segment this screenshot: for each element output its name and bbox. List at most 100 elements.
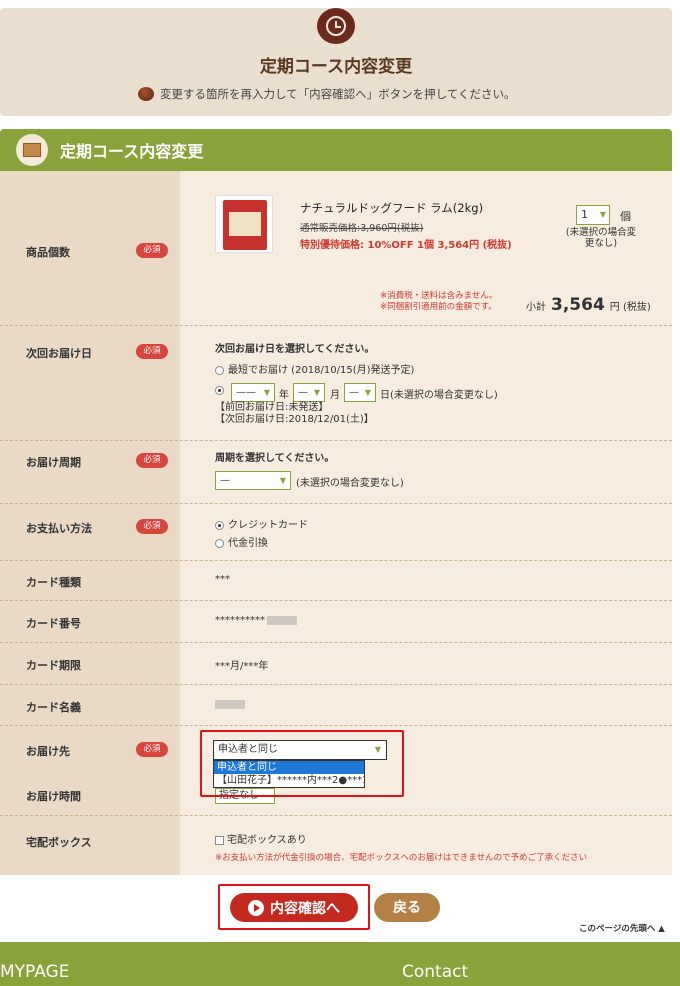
row-label: カード期限 — [26, 659, 81, 672]
shortest-delivery-option[interactable]: 最短でお届け (2018/10/15(月)発送予定) — [215, 361, 414, 376]
delivery-prompt: 次回お届け日を選択してください。 — [215, 344, 375, 355]
tax-note: ※消費税・送料は含みません。 — [380, 291, 498, 301]
cycle-select[interactable]: — ▼ — [215, 471, 291, 490]
footer-mypage-link[interactable]: MYPAGE — [0, 962, 69, 982]
row-label: カード種類 — [26, 576, 81, 589]
instruction-text: 変更する箇所を再入力して「内容確認へ」ボタンを押してください。 — [160, 87, 516, 101]
confirm-button[interactable]: 内容確認へ — [230, 893, 358, 922]
day-select[interactable]: — ▼ — [344, 383, 376, 402]
subtotal-amount: 3,564 — [551, 295, 605, 315]
credit-card-option[interactable]: クレジットカード — [215, 516, 308, 531]
radio-cod[interactable] — [215, 538, 224, 548]
product-image — [215, 195, 273, 253]
row-card-number: カード番号 ********** — [0, 601, 672, 643]
quantity-note: (未選択の場合変更なし) — [565, 227, 637, 249]
row-payment: お支払い方法 必須 クレジットカード 代金引換 — [0, 504, 672, 561]
page-header-panel: 定期コース内容変更 変更する箇所を再入力して「内容確認へ」ボタンを押してください… — [0, 8, 672, 116]
row-delivery-box: 宅配ボックス 宅配ボックスあり ※お支払い方法が代金引換の場合、宅配ボックスへの… — [0, 816, 672, 875]
prev-delivery: 【前回お届け日:未発送】 — [215, 402, 329, 413]
delivery-box-note: ※お支払い方法が代金引換の場合、宅配ボックスへのお届けはできませんので予めご了承… — [215, 853, 588, 863]
year-unit: 年 — [279, 390, 289, 401]
footer-contact-link[interactable]: Contact — [402, 962, 468, 982]
credit-card-label: クレジットカード — [228, 520, 308, 531]
chevron-down-icon: ▼ — [279, 476, 286, 485]
required-badge: 必須 — [136, 243, 168, 258]
subtotal-unit: 円 (税抜) — [609, 302, 651, 313]
delivery-history: 【前回お届け日:未発送】 【次回お届け日:2018/12/01(土)】 — [215, 402, 374, 426]
confirm-label: 内容確認へ — [270, 899, 340, 916]
chevron-down-icon: ▼ — [313, 388, 320, 397]
row-label: 次回お届け日 — [26, 347, 92, 360]
card-number-value: ********** — [215, 615, 265, 626]
card-number-field: ********** — [215, 615, 297, 626]
blurred-text — [215, 699, 245, 709]
month-unit: 月 — [330, 390, 340, 401]
quantity-value: 1 — [581, 208, 588, 221]
chevron-down-icon: ▼ — [599, 210, 606, 219]
month-select[interactable]: — ▼ — [293, 383, 325, 402]
required-badge: 必須 — [136, 344, 168, 359]
row-quantity: 商品個数 必須 ナチュラルドッグフード ラム(2kg) 通常販売価格:3,960… — [0, 171, 672, 326]
cod-label: 代金引換 — [228, 538, 268, 549]
subtotal-label: 小計 — [526, 302, 546, 313]
radio-shortest[interactable] — [215, 365, 224, 375]
chevron-down-icon: ▼ — [263, 388, 270, 397]
regular-price: 通常販売価格:3,960円(税抜) — [300, 223, 424, 234]
box-icon — [16, 134, 48, 166]
blurred-text — [267, 615, 297, 625]
required-badge: 必須 — [136, 742, 168, 757]
cycle-value: — — [220, 475, 230, 486]
page-title: 定期コース内容変更 — [259, 57, 413, 77]
quantity-select[interactable]: 1 ▼ — [576, 205, 610, 225]
discount-note: ※同梱割引適用前の金額です。 — [380, 302, 497, 312]
product-name: ナチュラルドッグフード ラム(2kg) — [300, 201, 484, 215]
footer: MYPAGE Contact — [0, 942, 680, 986]
cycle-note: (未選択の場合変更なし) — [296, 478, 404, 489]
row-label: お支払い方法 — [26, 522, 92, 535]
price-notes: ※消費税・送料は含みません。 ※同梱割引適用前の金額です。 — [380, 291, 497, 313]
section-header: 定期コース内容変更 — [0, 129, 672, 171]
row-label: お届け先 — [26, 745, 70, 758]
section-title: 定期コース内容変更 — [60, 142, 204, 161]
delivery-box-checkbox[interactable] — [215, 835, 224, 845]
chevron-down-icon: ▼ — [364, 388, 371, 397]
kibble-icon — [138, 87, 154, 101]
page-top-link[interactable]: このページの先頭へ ▲ — [579, 922, 665, 934]
row-label: カード番号 — [26, 617, 81, 630]
highlight-frame-destination — [200, 730, 404, 797]
radio-date[interactable] — [215, 385, 224, 395]
cycle-prompt: 周期を選択してください。 — [215, 453, 335, 464]
special-price: 特別優待価格: 10%OFF 1個 3,564円 (税抜) — [300, 240, 512, 251]
year-value: —— — [236, 387, 256, 398]
card-type-value: *** — [215, 574, 230, 585]
card-expiry-value: ***月/***年 — [215, 661, 269, 672]
row-label: カード名義 — [26, 701, 81, 714]
date-delivery-option[interactable] — [215, 385, 228, 396]
required-badge: 必須 — [136, 453, 168, 468]
row-next-delivery: 次回お届け日 必須 次回お届け日を選択してください。 最短でお届け (2018/… — [0, 326, 672, 441]
delivery-box-label: 宅配ボックスあり — [227, 835, 307, 846]
year-select[interactable]: —— ▼ — [231, 383, 275, 402]
quantity-unit: 個 — [620, 210, 631, 223]
month-value: — — [298, 387, 308, 398]
delivery-box-option[interactable]: 宅配ボックスあり — [215, 831, 307, 846]
row-label-delivery-time: お届け時間 — [26, 790, 81, 803]
row-card-expiry: カード期限 ***月/***年 — [0, 643, 672, 685]
cod-option[interactable]: 代金引換 — [215, 534, 268, 549]
row-card-type: カード種類 *** — [0, 561, 672, 601]
row-cycle: お届け周期 必須 周期を選択してください。 — ▼ (未選択の場合変更なし) — [0, 441, 672, 504]
shortest-label: 最短でお届け (2018/10/15(月)発送予定) — [228, 365, 415, 376]
required-badge: 必須 — [136, 519, 168, 534]
back-button[interactable]: 戻る — [374, 893, 440, 922]
row-label: 宅配ボックス — [26, 836, 92, 849]
clock-icon — [317, 8, 355, 44]
radio-credit-card[interactable] — [215, 520, 224, 530]
row-label: お届け周期 — [26, 456, 81, 469]
day-unit: 日(未選択の場合変更なし) — [380, 390, 498, 401]
page-instruction: 変更する箇所を再入力して「内容確認へ」ボタンを押してください。 — [138, 86, 515, 102]
subtotal: 小計 3,564 円 (税抜) — [526, 295, 651, 315]
play-icon — [248, 899, 264, 916]
next-scheduled: 【次回お届け日:2018/12/01(土)】 — [215, 414, 374, 425]
card-name-value — [215, 699, 245, 710]
row-label: 商品個数 — [26, 246, 70, 259]
